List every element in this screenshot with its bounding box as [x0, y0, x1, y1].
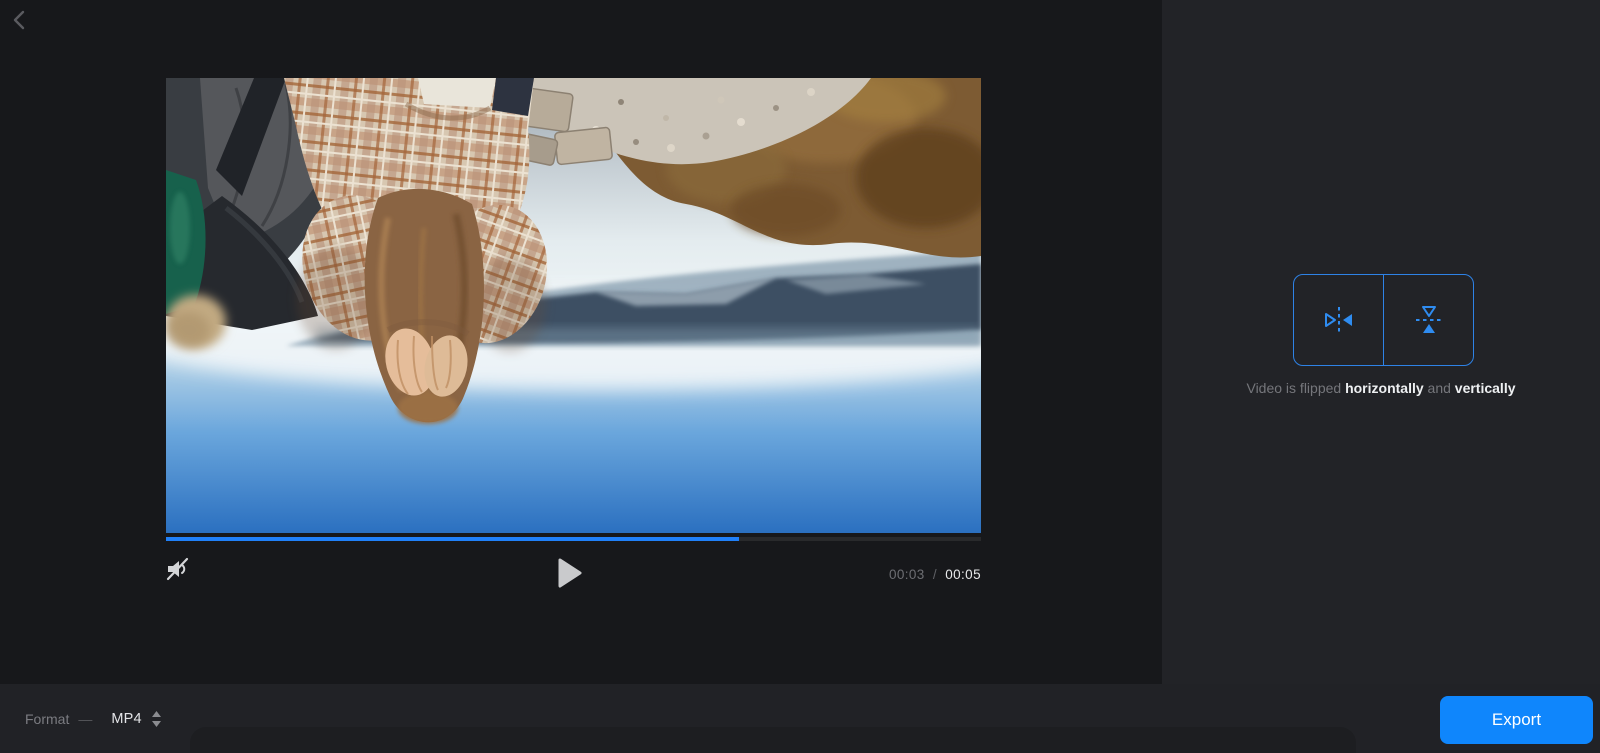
time-separator: /: [932, 567, 938, 582]
chevron-left-icon: [13, 10, 25, 30]
format-label: Format: [25, 710, 70, 727]
total-time: 00:05: [945, 567, 981, 582]
back-button[interactable]: [6, 6, 34, 34]
caption-and: and: [1427, 380, 1451, 396]
footer-bar: Format — MP4 Export: [0, 684, 1600, 753]
app-root: 00:03 / 00:05 Video is flipped horizonta…: [0, 0, 1600, 753]
progress-bar[interactable]: [166, 537, 981, 541]
footer-inset-shadow: [190, 727, 1356, 753]
format-value: MP4: [111, 710, 142, 727]
flip-horizontal-button[interactable]: [1294, 275, 1384, 365]
format-select[interactable]: MP4: [111, 710, 161, 728]
time-display: 00:03 / 00:05: [166, 567, 981, 582]
caption-vertically: vertically: [1454, 380, 1516, 396]
caption-prefix: Video is flipped: [1246, 380, 1342, 396]
side-panel: Video is flipped horizontally and vertic…: [1162, 0, 1600, 684]
format-dash: —: [78, 710, 93, 727]
flipped-video-frame-illustration: [166, 78, 981, 533]
flip-horizontal-icon: [1324, 307, 1352, 333]
flip-vertical-icon: [1415, 306, 1442, 333]
video-preview[interactable]: [166, 78, 981, 533]
flip-vertical-button[interactable]: [1384, 275, 1473, 365]
caption-horizontally: horizontally: [1345, 380, 1424, 396]
flip-status-caption: Video is flipped horizontally and vertic…: [1162, 380, 1600, 396]
flip-button-group: [1293, 274, 1474, 366]
chevron-up-down-icon: [151, 710, 161, 727]
current-time: 00:03: [888, 567, 925, 582]
format-group: Format — MP4: [25, 684, 162, 753]
export-button[interactable]: Export: [1440, 696, 1593, 744]
progress-fill: [166, 537, 739, 541]
